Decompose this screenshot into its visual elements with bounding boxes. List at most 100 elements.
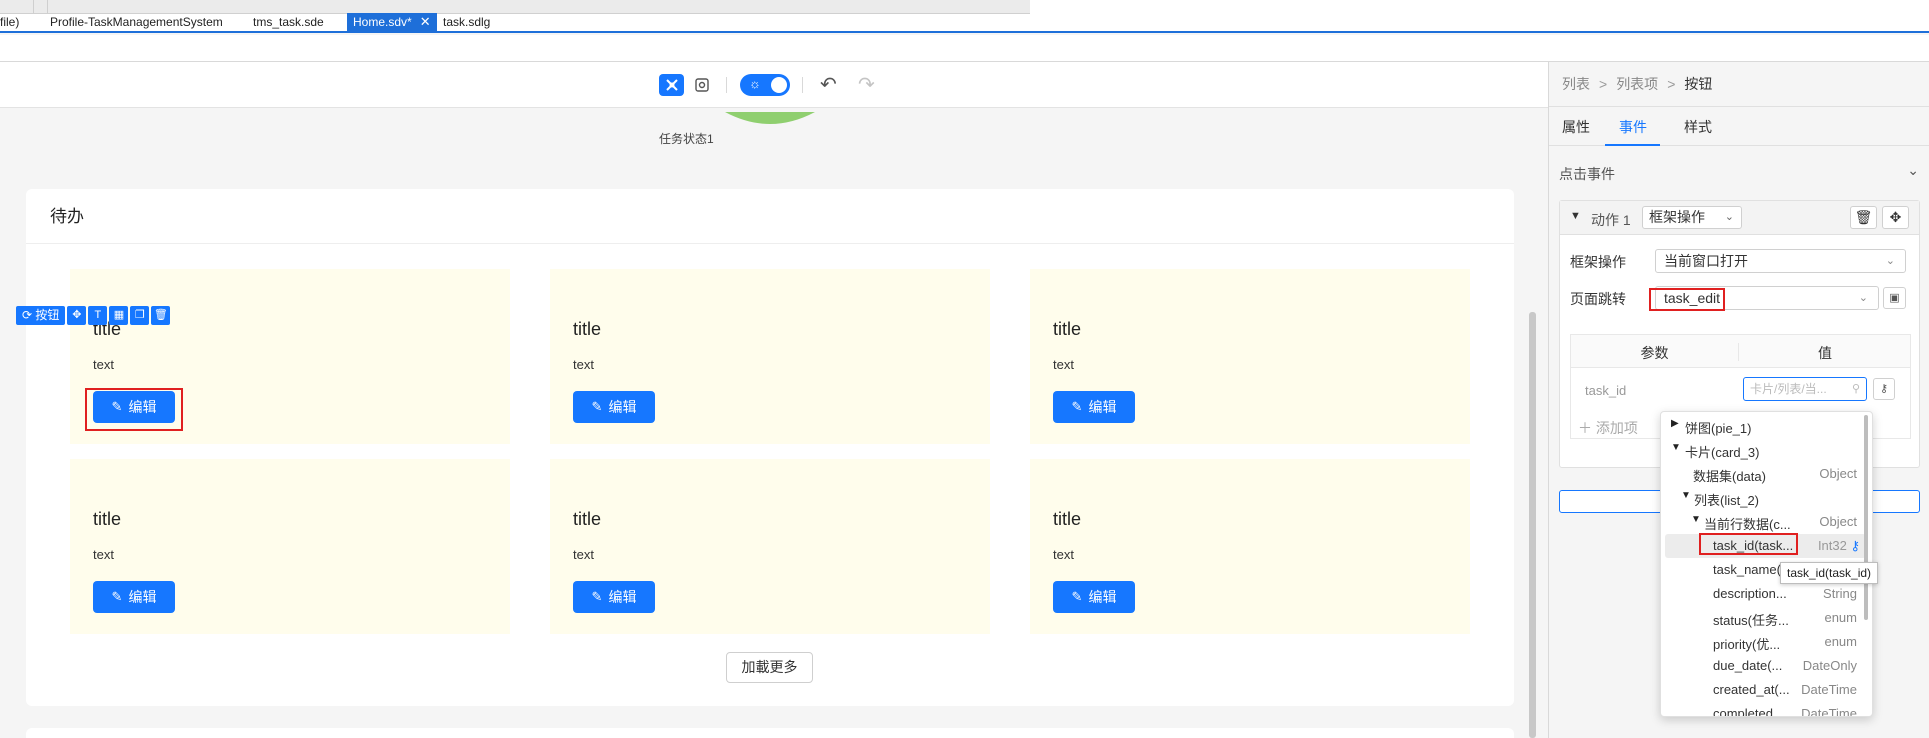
item-title: title — [573, 319, 602, 339]
list-item[interactable]: title text ✎ 编辑 — [70, 459, 510, 634]
tree-node[interactable]: completed_... DateTime — [1661, 702, 1867, 716]
undo-icon[interactable]: ↶ — [820, 72, 837, 97]
canvas-toolbar: ☼ ↶ ↷ — [0, 62, 1548, 108]
chevron-down-icon[interactable]: ⌄ — [1907, 162, 1919, 179]
highlight-box-page-jump — [1649, 288, 1725, 311]
edit-button[interactable]: ✎ 编辑 — [93, 581, 175, 613]
preview-mode-icon[interactable] — [689, 74, 714, 96]
tab-profile[interactable]: Profile-TaskManagementSystem — [44, 13, 229, 31]
theme-toggle[interactable]: ☼ — [740, 74, 790, 96]
move-action-button[interactable]: ✥ — [1882, 206, 1909, 229]
add-item-button[interactable]: ＋ 添加项 — [1578, 418, 1638, 438]
caret-down-icon[interactable]: ▼ — [1681, 490, 1691, 501]
tab-properties[interactable]: 属性 — [1562, 117, 1590, 137]
edit-button[interactable]: ✎ 编辑 — [1053, 581, 1135, 613]
list-item[interactable]: title text ✎ 编辑 — [1030, 269, 1470, 444]
breadcrumb-current: 按钮 — [1684, 76, 1713, 92]
tree-node[interactable]: description... String — [1661, 582, 1867, 606]
selection-toolbar: ⟳ 按钮 ✥ T ▦ ❐ 🗑 — [16, 306, 171, 325]
section-title: 点击事件 — [1559, 166, 1615, 182]
copy-icon[interactable]: ❐ — [130, 306, 150, 325]
item-text: text — [93, 547, 114, 562]
list-item[interactable]: title text ✎ 编辑 — [1030, 459, 1470, 634]
pencil-icon: ✎ — [591, 399, 603, 414]
edit-button[interactable]: ✎ 编辑 — [573, 581, 655, 613]
tab-tms-task-sde[interactable]: tms_task.sde — [247, 13, 330, 31]
tree-node[interactable]: ▼ 当前行数据(c... Object — [1661, 510, 1867, 534]
tree-scrollbar[interactable] — [1864, 415, 1868, 620]
chevron-down-icon: ⌄ — [1885, 255, 1895, 267]
design-mode-icon[interactable] — [659, 74, 684, 96]
page-jump-label: 页面跳转 — [1570, 291, 1626, 307]
edit-button[interactable]: ✎ 编辑 — [573, 391, 655, 423]
caret-right-icon[interactable]: ▶ — [1671, 418, 1679, 429]
tooltip: task_id(task_id) — [1780, 562, 1879, 584]
highlight-box-task-id — [1699, 533, 1798, 555]
item-text: text — [93, 357, 114, 372]
pie-chart-fragment[interactable] — [725, 112, 815, 136]
params-table-header: 参数 值 — [1571, 335, 1910, 368]
card-title: 待办 — [26, 189, 1514, 244]
breadcrumb-item[interactable]: 列表 — [1562, 76, 1590, 92]
action-header: ▼ 动作 1 框架操作 ⌄ 🗑 ✥ — [1560, 201, 1919, 235]
redo-icon[interactable]: ↷ — [858, 72, 875, 97]
canvas-scrollbar[interactable] — [1529, 312, 1536, 738]
item-title: title — [573, 509, 602, 529]
frame-op-select[interactable]: 当前窗口打开 ⌄ — [1655, 249, 1906, 273]
caret-down-icon[interactable]: ▼ — [1691, 514, 1701, 525]
move-icon[interactable]: ✥ — [67, 306, 87, 325]
item-title: title — [1053, 319, 1082, 339]
load-more-button[interactable]: 加載更多 — [726, 652, 813, 683]
tree-node[interactable]: status(任务... enum — [1661, 606, 1867, 630]
tab-styles[interactable]: 样式 — [1684, 117, 1712, 137]
editor-tab-bar: file) Profile-TaskManagementSystem tms_t… — [0, 0, 1929, 33]
tab-strip-top — [0, 0, 1030, 14]
edit-button[interactable]: ✎ 编辑 — [1053, 391, 1135, 423]
collapse-icon[interactable]: ▼ — [1570, 210, 1581, 222]
tab-home-sdv[interactable]: Home.sdv* ✕ — [347, 13, 437, 31]
tab-task-sdlg[interactable]: task.sdlg — [437, 13, 496, 31]
tree-node[interactable]: ▼ 列表(list_2) — [1661, 486, 1867, 510]
action-label: 动作 1 — [1591, 212, 1631, 228]
tab-events[interactable]: 事件 — [1619, 117, 1647, 137]
close-icon[interactable]: ✕ — [420, 13, 431, 31]
item-text: text — [1053, 357, 1074, 372]
text-icon[interactable]: T — [88, 306, 108, 325]
chevron-down-icon: ⌄ — [1858, 292, 1868, 304]
action-type-select[interactable]: 框架操作 ⌄ — [1642, 206, 1742, 229]
param-value-input[interactable]: 卡片/列表/当... ⚲ — [1743, 377, 1867, 401]
grid-icon[interactable]: ▦ — [109, 306, 129, 325]
param-name: task_id — [1585, 383, 1627, 398]
binding-icon[interactable]: ⚷ — [1873, 378, 1895, 400]
item-title: title — [1053, 509, 1082, 529]
tree-node[interactable]: created_at(... DateTime — [1661, 678, 1867, 702]
tree-node[interactable]: due_date(... DateOnly — [1661, 654, 1867, 678]
page-picker-icon[interactable]: ▣ — [1883, 287, 1906, 309]
tab-file[interactable]: file) — [0, 13, 25, 31]
search-icon: ⚲ — [1851, 383, 1860, 395]
list-item[interactable]: title text ✎ 编辑 — [550, 269, 990, 444]
trash-icon[interactable]: 🗑 — [151, 306, 171, 325]
tree-node[interactable]: priority(优... enum — [1661, 630, 1867, 654]
delete-action-button[interactable]: 🗑 — [1850, 206, 1877, 229]
tree-node[interactable]: 数据集(data) Object — [1661, 462, 1867, 486]
column-header-value: 值 — [1818, 345, 1832, 361]
pencil-icon: ✎ — [591, 589, 603, 604]
panel-tabs: 属性 事件 样式 — [1549, 106, 1929, 146]
list-item[interactable]: title text ✎ 编辑 — [550, 459, 990, 634]
tree-node[interactable]: ▼ 卡片(card_3) — [1661, 438, 1867, 462]
frame-op-label: 框架操作 — [1570, 254, 1626, 270]
design-canvas: ☼ ↶ ↷ 任务状态1 待办 title text ✎ 编辑 title text… — [0, 62, 1548, 738]
highlight-box-edit-button — [85, 388, 183, 431]
pie-slice-label: 任务状态1 — [659, 132, 714, 146]
editor-sub-bar — [0, 35, 1929, 62]
breadcrumb-item[interactable]: 列表项 — [1616, 76, 1658, 92]
pencil-icon: ✎ — [111, 589, 123, 604]
chevron-down-icon: ⌄ — [1724, 211, 1734, 223]
column-header-param: 参数 — [1571, 343, 1739, 361]
tree-node[interactable]: ▶ 饼图(pie_1) — [1661, 414, 1867, 438]
sun-icon: ☼ — [749, 76, 761, 91]
caret-down-icon[interactable]: ▼ — [1671, 442, 1681, 453]
todo-card[interactable]: 待办 title text ✎ 编辑 title text ✎ 编辑 title t… — [26, 189, 1514, 706]
selected-component-label[interactable]: ⟳ 按钮 — [16, 306, 66, 325]
